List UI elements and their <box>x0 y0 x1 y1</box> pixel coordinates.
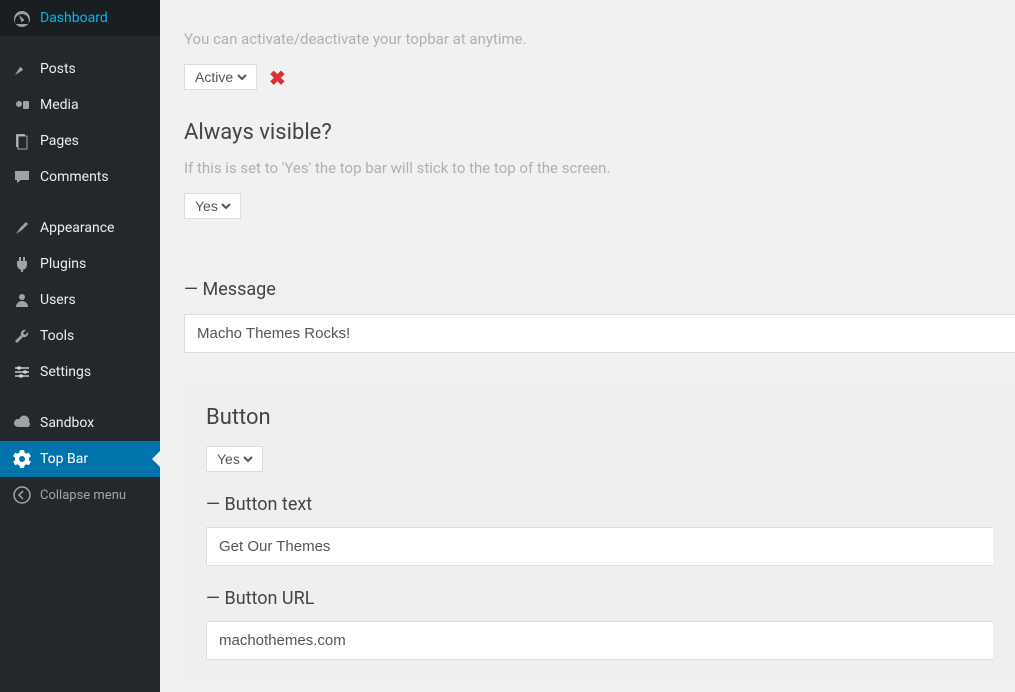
sidebar-item-comments[interactable]: Comments <box>0 159 160 195</box>
sidebar-label: Top Bar <box>40 451 88 467</box>
activate-hint: You can activate/deactivate your topbar … <box>184 30 1015 48</box>
sidebar-item-settings[interactable]: Settings <box>0 354 160 390</box>
status-select[interactable]: Active <box>191 68 250 86</box>
close-icon[interactable]: ✖ <box>269 66 286 90</box>
sidebar-item-posts[interactable]: Posts <box>0 51 160 87</box>
wrench-icon <box>12 326 32 346</box>
button-text-label: — Button text <box>206 494 993 515</box>
sidebar-label: Dashboard <box>40 10 108 26</box>
sidebar-item-sandbox[interactable]: Sandbox <box>0 405 160 441</box>
sidebar-item-pages[interactable]: Pages <box>0 123 160 159</box>
sidebar-label: Settings <box>40 364 91 380</box>
button-select-wrap: Yes <box>206 446 263 472</box>
admin-sidebar: Dashboard Posts Media Pages Comments App… <box>0 0 160 692</box>
sidebar-label: Tools <box>40 328 74 344</box>
sidebar-label: Pages <box>40 133 79 149</box>
always-visible-select[interactable]: Yes <box>191 197 234 215</box>
plug-icon <box>12 254 32 274</box>
sidebar-item-plugins[interactable]: Plugins <box>0 246 160 282</box>
sidebar-label: Sandbox <box>40 415 94 431</box>
sidebar-label: Plugins <box>40 256 86 272</box>
button-enable-select[interactable]: Yes <box>213 450 256 468</box>
sidebar-item-appearance[interactable]: Appearance <box>0 210 160 246</box>
message-input[interactable] <box>184 314 1015 353</box>
comments-icon <box>12 167 32 187</box>
sidebar-item-topbar[interactable]: Top Bar <box>0 441 160 477</box>
status-select-wrap: Active <box>184 64 257 90</box>
sidebar-label: Users <box>40 292 76 308</box>
button-url-label: — Button URL <box>206 588 993 609</box>
cloud-icon <box>12 413 32 433</box>
pin-icon <box>12 59 32 79</box>
collapse-label: Collapse menu <box>40 488 126 503</box>
always-visible-title: Always visible? <box>184 120 1015 145</box>
main-content: You can activate/deactivate your topbar … <box>160 0 1015 692</box>
button-url-input[interactable] <box>206 621 993 660</box>
sidebar-item-users[interactable]: Users <box>0 282 160 318</box>
message-label: — Message <box>184 279 1015 300</box>
pages-icon <box>12 131 32 151</box>
button-text-input[interactable] <box>206 527 993 566</box>
sidebar-item-media[interactable]: Media <box>0 87 160 123</box>
button-panel: Button Yes — Button text — Button URL <box>184 383 1015 682</box>
sidebar-item-dashboard[interactable]: Dashboard <box>0 0 160 36</box>
users-icon <box>12 290 32 310</box>
collapse-icon <box>12 485 32 505</box>
sidebar-label: Media <box>40 97 79 113</box>
sidebar-item-tools[interactable]: Tools <box>0 318 160 354</box>
brush-icon <box>12 218 32 238</box>
sliders-icon <box>12 362 32 382</box>
sidebar-label: Comments <box>40 169 109 185</box>
sidebar-label: Posts <box>40 61 76 77</box>
always-visible-select-wrap: Yes <box>184 193 241 219</box>
button-title: Button <box>206 405 993 430</box>
sidebar-label: Appearance <box>40 220 114 236</box>
gear-icon <box>12 449 32 469</box>
collapse-menu[interactable]: Collapse menu <box>0 477 160 513</box>
media-icon <box>12 95 32 115</box>
always-visible-hint: If this is set to 'Yes' the top bar will… <box>184 159 1015 177</box>
dashboard-icon <box>12 8 32 28</box>
